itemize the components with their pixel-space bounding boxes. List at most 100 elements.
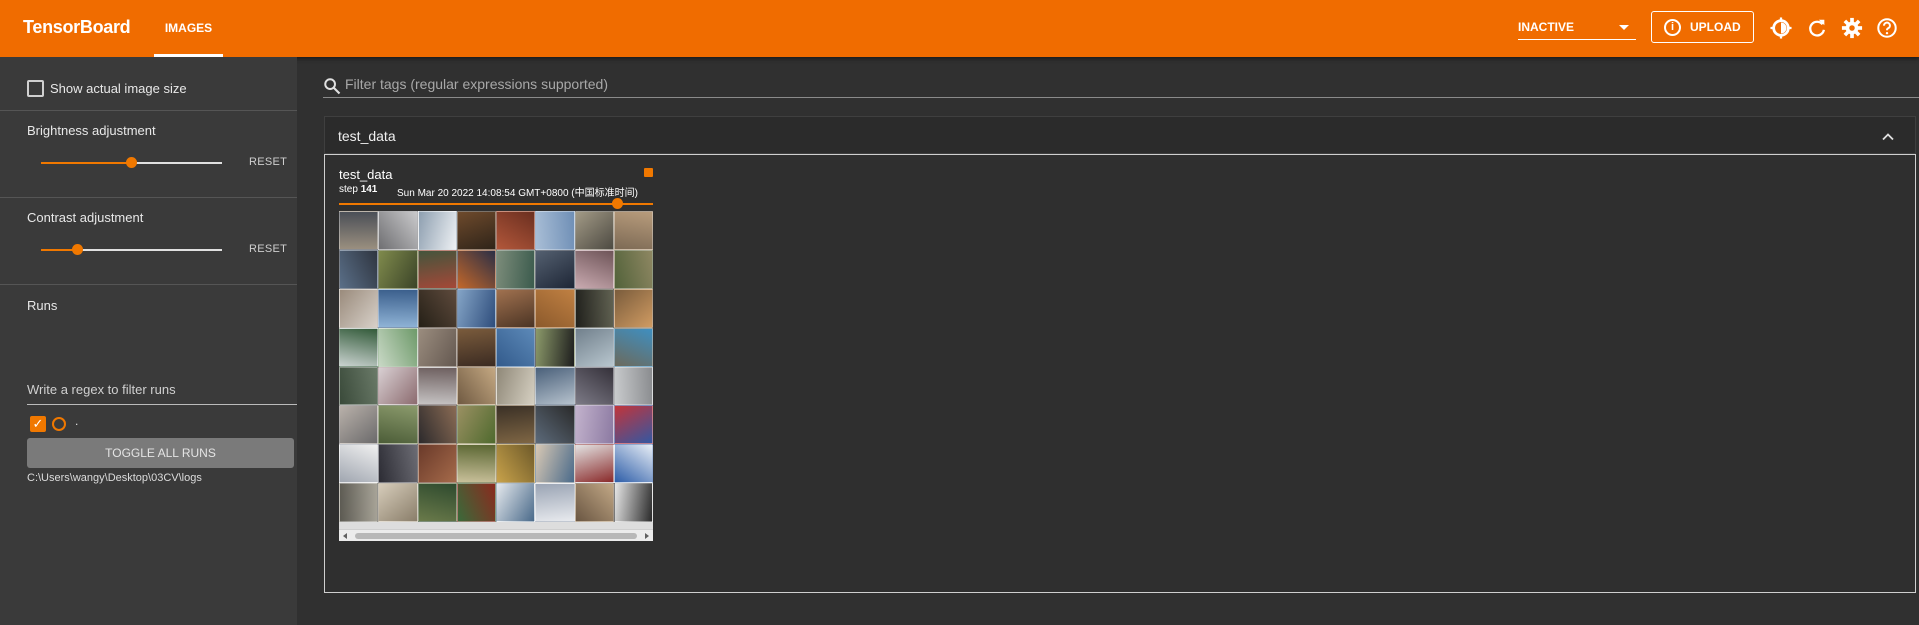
tag-group-title: test_data <box>338 128 396 144</box>
image-tile <box>496 249 536 289</box>
runs-filter-input[interactable]: Write a regex to filter runs <box>27 375 297 405</box>
tag-filter[interactable]: Filter tags (regular expressions support… <box>323 73 1919 98</box>
image-tile <box>496 483 536 523</box>
top-app-bar: TensorBoard IMAGES INACTIVE i UPLOAD <box>0 0 1919 57</box>
image-timestamp: Sun Mar 20 2022 14:08:54 GMT+0800 (中国标准时… <box>397 188 638 199</box>
image-tile <box>417 211 457 250</box>
run-checkbox[interactable]: ✓ <box>30 416 46 432</box>
image-tile <box>378 249 418 289</box>
divider <box>0 110 297 111</box>
divider <box>0 284 297 285</box>
image-tile <box>378 444 418 484</box>
image-step: step 141 <box>339 184 377 195</box>
scrollbar-thumb[interactable] <box>355 533 637 539</box>
settings-icon[interactable] <box>1841 17 1863 39</box>
step-slider-thumb[interactable] <box>612 198 623 209</box>
image-tile <box>535 249 575 289</box>
image-card: test_data step 141 Sun Mar 20 2022 14:08… <box>339 167 654 542</box>
tab-images[interactable]: IMAGES <box>154 0 223 57</box>
toggle-all-runs-button[interactable]: TOGGLE ALL RUNS <box>27 438 294 468</box>
image-tile <box>613 483 653 523</box>
brightness-slider-thumb[interactable] <box>126 157 137 168</box>
image-tile <box>613 366 653 406</box>
image-tile <box>613 327 653 367</box>
info-icon: i <box>1664 19 1681 36</box>
image-tile <box>339 211 379 250</box>
brightness-icon[interactable] <box>1770 17 1792 39</box>
image-tile <box>613 444 653 484</box>
image-tile <box>339 366 379 406</box>
run-color-marker <box>644 168 653 177</box>
image-tile <box>456 211 496 250</box>
log-directory: C:\Users\wangy\Desktop\03CV\logs <box>27 472 202 484</box>
runs-label: Runs <box>27 298 58 313</box>
image-tile <box>496 366 536 406</box>
image-tile <box>496 288 536 328</box>
image-tile <box>535 288 575 328</box>
image-tile <box>496 444 536 484</box>
run-name: . <box>75 414 79 428</box>
image-tile <box>378 483 418 523</box>
image-tile <box>378 405 418 445</box>
step-label: step <box>339 184 358 195</box>
tag-group-header[interactable]: test_data <box>324 116 1916 154</box>
image-tile <box>613 249 653 289</box>
image-tile <box>574 483 614 523</box>
image-tile <box>456 444 496 484</box>
show-actual-size-checkbox[interactable] <box>27 80 44 97</box>
contrast-label: Contrast adjustment <box>27 210 144 225</box>
image-tile <box>339 249 379 289</box>
image-tile <box>378 211 418 250</box>
image-tile <box>339 483 379 523</box>
image-tile <box>574 288 614 328</box>
image-tile <box>574 211 614 250</box>
image-tag: test_data <box>339 167 393 182</box>
image-tile <box>613 405 653 445</box>
image-tile <box>456 327 496 367</box>
refresh-icon[interactable] <box>1806 17 1828 39</box>
upload-label: UPLOAD <box>1690 20 1741 34</box>
image-tile <box>417 288 457 328</box>
image-tile <box>456 483 496 523</box>
image-tile <box>574 405 614 445</box>
chevron-up-icon[interactable] <box>1880 129 1896 145</box>
image-tile <box>535 405 575 445</box>
image-horizontal-scrollbar[interactable] <box>339 529 653 541</box>
image-tile <box>535 366 575 406</box>
image-tile <box>417 249 457 289</box>
search-icon <box>324 78 341 95</box>
image-tile <box>339 288 379 328</box>
image-tile <box>456 288 496 328</box>
image-tile <box>378 327 418 367</box>
image-tile <box>535 483 575 523</box>
divider <box>0 197 297 198</box>
contrast-reset-button[interactable]: RESET <box>249 243 287 255</box>
image-tile <box>456 405 496 445</box>
show-actual-size-label: Show actual image size <box>50 81 187 96</box>
run-color-indicator <box>52 417 66 431</box>
plugin-select-value: INACTIVE <box>1518 20 1575 34</box>
step-slider-track[interactable] <box>339 203 653 205</box>
plugin-select[interactable]: INACTIVE <box>1518 14 1636 40</box>
image-mosaic <box>339 211 653 529</box>
scroll-right-arrow[interactable] <box>645 533 649 539</box>
image-tile <box>417 327 457 367</box>
image-tile <box>613 288 653 328</box>
image-tile <box>574 444 614 484</box>
scroll-left-arrow[interactable] <box>343 533 347 539</box>
image-tile <box>535 444 575 484</box>
contrast-slider-thumb[interactable] <box>72 244 83 255</box>
image-tile <box>574 327 614 367</box>
image-tile <box>613 211 653 250</box>
image-tile <box>496 211 536 250</box>
image-tile <box>378 288 418 328</box>
image-tile <box>417 483 457 523</box>
tag-filter-input[interactable]: Filter tags (regular expressions support… <box>345 76 608 92</box>
upload-button[interactable]: i UPLOAD <box>1651 11 1754 43</box>
image-tile <box>535 327 575 367</box>
image-tile <box>574 249 614 289</box>
step-value: 141 <box>360 184 378 195</box>
help-icon[interactable] <box>1876 17 1898 39</box>
brightness-reset-button[interactable]: RESET <box>249 156 287 168</box>
image-tile <box>535 211 575 250</box>
